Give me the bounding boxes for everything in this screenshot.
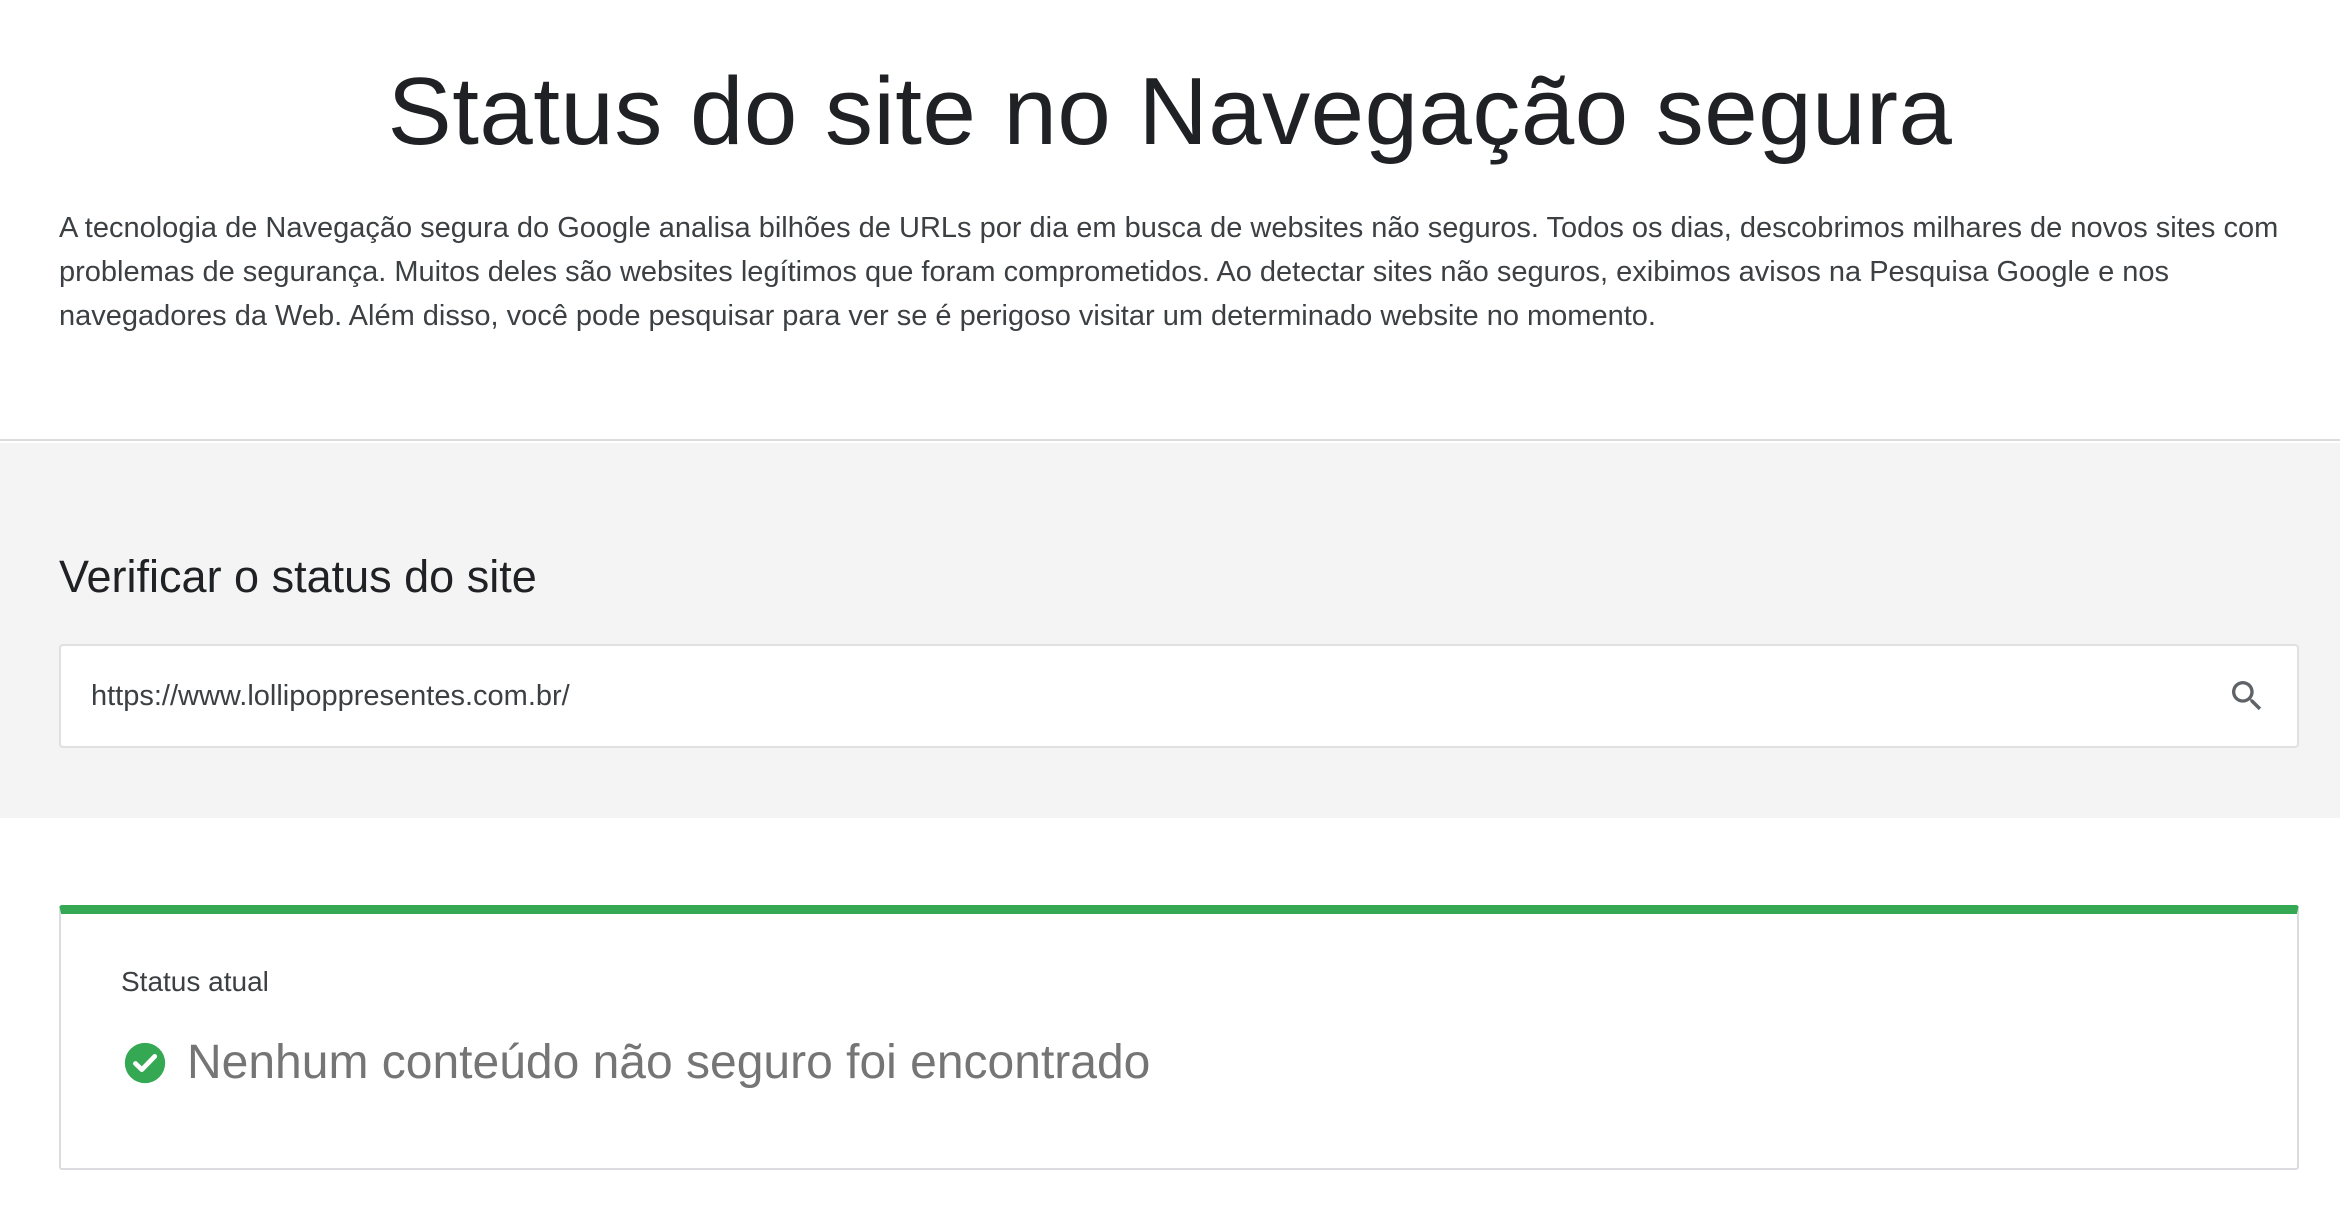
site-status-check-section: Verificar o status do site: [0, 443, 2340, 818]
status-message: Nenhum conteúdo não seguro foi encontrad…: [187, 1036, 1151, 1089]
check-status-heading: Verificar o status do site: [59, 551, 537, 602]
page-title: Status do site no Navegação segura: [387, 58, 1953, 165]
page-header: Status do site no Navegação segura A tec…: [0, 0, 2340, 441]
status-result-row: Nenhum conteúdo não seguro foi encontrad…: [123, 1033, 1150, 1093]
intro-paragraph: A tecnologia de Navegação segura do Goog…: [59, 212, 2279, 332]
check-circle-icon: [123, 1041, 167, 1085]
current-status-label: Status atual: [121, 966, 269, 997]
status-result-card: Status atual Nenhum conteúdo não seguro …: [59, 905, 2299, 1170]
search-icon[interactable]: [2197, 646, 2297, 746]
url-search-input[interactable]: [61, 646, 2197, 746]
url-search-box: [59, 644, 2299, 748]
